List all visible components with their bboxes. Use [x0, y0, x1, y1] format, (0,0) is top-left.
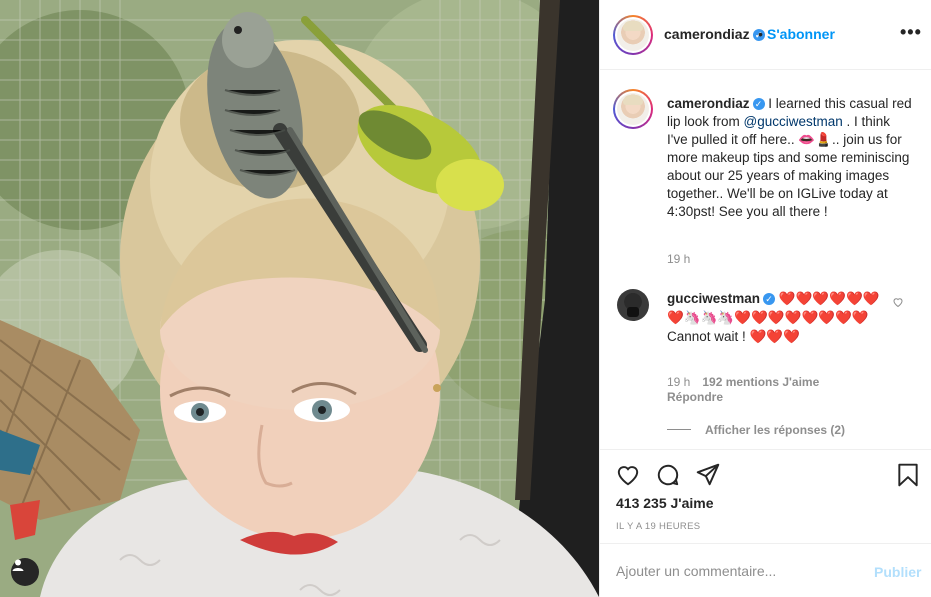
tagged-users-button[interactable]	[11, 558, 39, 586]
reply-likes[interactable]: 192 mentions J'aime	[702, 375, 819, 389]
caption-body-after: . I think I've pulled it off here.. 👄💄..…	[667, 114, 910, 219]
reply-username[interactable]: gucciwestman	[667, 291, 760, 306]
share-send-icon[interactable]	[695, 462, 721, 488]
comment-bubble-icon[interactable]	[655, 462, 681, 488]
photo-illustration	[0, 0, 599, 597]
verified-badge-icon: ✓	[752, 98, 765, 110]
more-options-icon[interactable]: •••	[900, 22, 922, 43]
post-header: camerondiaz ✓ • S'abonner •••	[600, 0, 931, 70]
reply-comment: gucciwestman ✓ ❤️❤️❤️❤️❤️❤️❤️🦄🦄🦄❤️❤️❤️❤️❤…	[667, 289, 887, 346]
view-replies-button[interactable]: Afficher les réponses (2)	[667, 423, 845, 437]
reply-time[interactable]: 19 h	[667, 375, 690, 389]
caption-author-avatar[interactable]	[613, 89, 653, 129]
post-photo[interactable]	[0, 0, 599, 597]
reply-meta: 19 h 192 mentions J'aime	[667, 375, 819, 389]
separator-dot: •	[758, 26, 763, 42]
add-comment-bar: Publier	[600, 543, 931, 597]
user-icon	[12, 559, 24, 571]
caption-username[interactable]: camerondiaz	[667, 96, 750, 111]
reply-text: Cannot wait ! ❤️❤️❤️	[667, 329, 800, 344]
caption-text: camerondiaz ✓ I learned this casual red l…	[667, 95, 912, 221]
verified-badge-icon: ✓	[763, 293, 776, 305]
reply-author-avatar[interactable]	[617, 289, 649, 321]
comments-list[interactable]: camerondiaz ✓ I learned this casual red l…	[600, 71, 931, 449]
author-username[interactable]: camerondiaz ✓	[664, 26, 765, 42]
post-timestamp[interactable]: IL Y A 19 HEURES	[616, 521, 700, 532]
caption-mention-link[interactable]: @gucciwestman	[744, 114, 843, 129]
like-comment-heart-icon[interactable]	[892, 296, 904, 308]
view-replies-label[interactable]: Afficher les réponses (2)	[705, 423, 845, 437]
post-sidebar: camerondiaz ✓ • S'abonner ••• camerondiaz…	[599, 0, 931, 597]
comment-input[interactable]	[616, 561, 856, 581]
publish-button[interactable]: Publier	[874, 564, 921, 580]
post-actions: 413 235 J'aime IL Y A 19 HEURES	[600, 449, 931, 543]
author-avatar[interactable]	[613, 15, 653, 55]
like-heart-icon[interactable]	[615, 462, 641, 488]
save-bookmark-icon[interactable]	[895, 462, 921, 488]
divider-line	[667, 429, 691, 430]
likes-count[interactable]: 413 235 J'aime	[616, 495, 714, 511]
reply-button[interactable]: Répondre	[667, 390, 723, 404]
caption-time[interactable]: 19 h	[667, 252, 690, 266]
author-username-text[interactable]: camerondiaz	[664, 26, 750, 42]
follow-button[interactable]: S'abonner	[767, 26, 835, 42]
